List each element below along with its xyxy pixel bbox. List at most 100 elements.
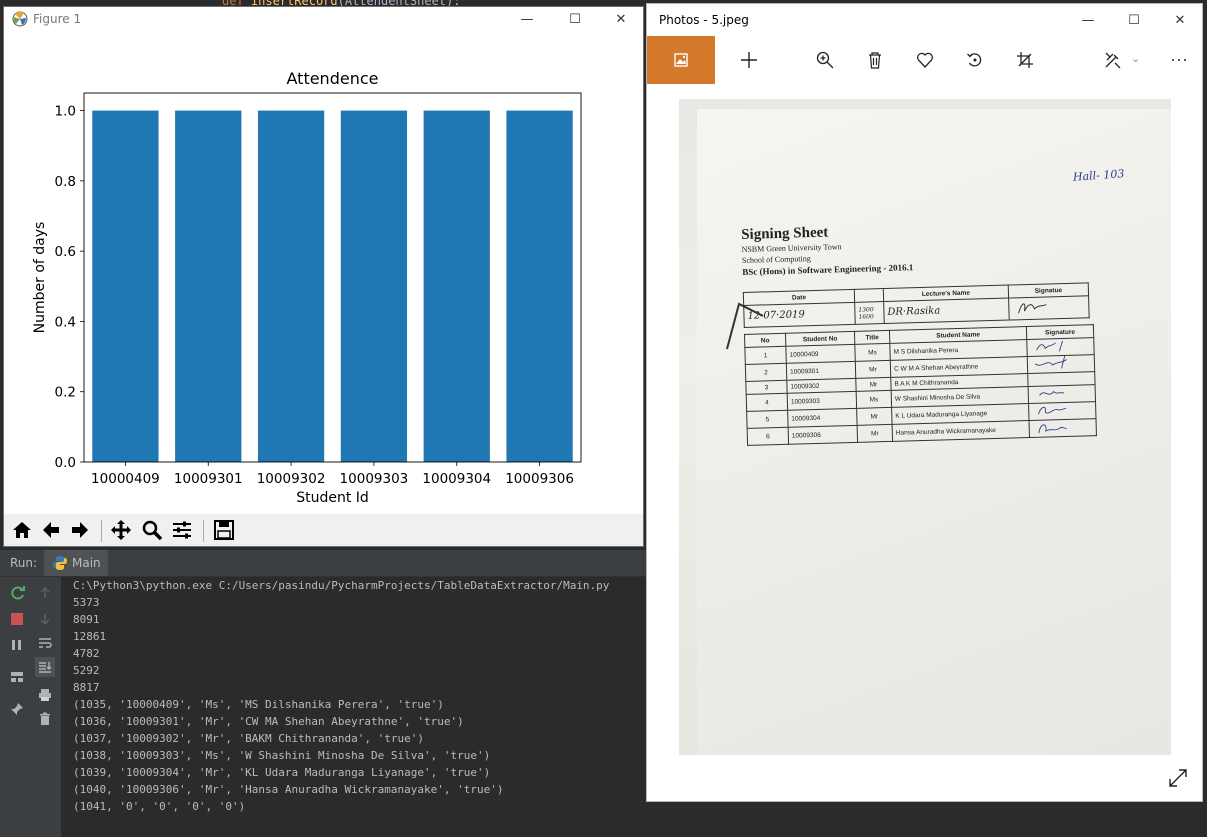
minimize-button[interactable]: — (504, 7, 550, 31)
rerun-button[interactable] (10, 585, 26, 605)
console-line: 5292 (73, 664, 100, 677)
y-tick-label: 0.0 (55, 455, 76, 471)
bar (92, 110, 159, 463)
favorite-button[interactable] (908, 43, 942, 77)
x-tick-label: 10009306 (505, 471, 574, 487)
maximize-button[interactable]: ☐ (1111, 8, 1157, 32)
sheet-content: Signing Sheet NSBM Green University Town… (741, 217, 1097, 446)
stop-button[interactable] (11, 613, 23, 625)
image-icon (674, 53, 688, 67)
photos-window: Photos - 5.jpeg — ☐ ✕ ⌄ Hall- 103 Signin… (646, 3, 1203, 802)
student-signature (1027, 354, 1095, 374)
maximize-icon: ☐ (1128, 12, 1140, 28)
pause-button[interactable] (10, 637, 24, 656)
save-button[interactable] (210, 516, 238, 544)
student-signature (1028, 384, 1096, 404)
home-button[interactable] (8, 516, 36, 544)
python-icon (52, 555, 68, 575)
cell-title: Mr (857, 424, 893, 443)
crop-icon (1017, 52, 1033, 68)
photo-viewport[interactable]: Hall- 103 Signing Sheet NSBM Green Unive… (679, 99, 1171, 755)
scroll-to-end-button[interactable] (35, 657, 55, 677)
layout-button[interactable] (10, 669, 24, 688)
y-tick-label: 0.2 (55, 385, 76, 401)
window-title: Photos - 5.jpeg (659, 13, 749, 27)
more-icon (1172, 59, 1186, 61)
edit-create-button[interactable] (1096, 43, 1130, 77)
figure-window: Figure 1 — ☐ ✕ Attendence 10000409 1000930… (3, 6, 644, 547)
plus-icon (741, 52, 757, 68)
console-line: (1038, '10009303', 'Ms', 'W Shashini Min… (73, 749, 491, 762)
expand-icon (1169, 769, 1187, 787)
console-line: 12861 (73, 630, 107, 643)
cell-title: Ms (854, 343, 891, 362)
maximize-icon: ☐ (569, 11, 581, 27)
save-icon (214, 520, 234, 540)
pan-button[interactable] (107, 516, 135, 544)
scroll-up-button[interactable] (38, 585, 52, 604)
session-lecturer: DR·Rasika (883, 298, 1010, 324)
figure-titlebar[interactable]: Figure 1 — ☐ ✕ (4, 7, 643, 31)
layout-icon (11, 672, 23, 682)
session-time: 1300 1600 (854, 301, 885, 325)
chart-title: Attendence (287, 69, 379, 88)
window-title: Figure 1 (33, 12, 82, 26)
delete-button[interactable] (858, 43, 892, 77)
cell-title: Mr (855, 377, 892, 392)
zoom-button[interactable] (138, 516, 166, 544)
pen-mark (726, 302, 764, 350)
cell-student-name: Hansa Anuradha Wickramanayake (892, 420, 1030, 442)
zoom-in-icon (816, 51, 834, 69)
bar (423, 110, 490, 463)
clear-all-button[interactable] (38, 711, 52, 730)
figure-canvas[interactable]: Attendence 10000409 10009301 10009302 100093… (4, 31, 643, 514)
see-all-photos-button[interactable] (647, 36, 715, 84)
cell-no: 6 (747, 427, 789, 446)
toolbar-divider (101, 520, 102, 542)
forward-arrow-icon (72, 522, 88, 538)
chevron-down-icon[interactable]: ⌄ (1131, 52, 1140, 65)
run-panel: Run: Main C:\Python3\python.exe C:/Users… (0, 550, 646, 837)
home-icon (13, 522, 31, 538)
tab-main-label: Main (72, 556, 101, 570)
more-button[interactable] (1162, 43, 1196, 77)
rotate-button[interactable] (958, 43, 992, 77)
arrow-down-icon (40, 614, 50, 626)
print-button[interactable] (38, 687, 52, 706)
console-line: (1040, '10009306', 'Mr', 'Hansa Anuradha… (73, 783, 504, 796)
tab-main[interactable]: Main (44, 550, 108, 576)
run-label: Run: (10, 556, 38, 570)
crop-button[interactable] (1008, 43, 1042, 77)
soft-wrap-button[interactable] (38, 635, 52, 654)
toolbar-divider (203, 520, 204, 542)
cell-title: Ms (856, 390, 892, 409)
session-table: Date Lecture's Name Signatue 12·07·2019 … (743, 282, 1090, 328)
console-line: (1035, '10000409', 'Ms', 'MS Dilshanika … (73, 698, 444, 711)
minimize-button[interactable]: — (1065, 8, 1111, 32)
rerun-icon (11, 586, 25, 600)
configure-subplots-button[interactable] (168, 516, 196, 544)
x-tick-label: 10009301 (174, 471, 243, 487)
matplotlib-logo-icon (12, 11, 28, 31)
fullscreen-button[interactable] (1168, 768, 1188, 792)
close-icon: ✕ (615, 11, 627, 27)
close-button[interactable]: ✕ (1157, 8, 1203, 32)
heart-icon (917, 52, 933, 68)
cell-no: 3 (745, 380, 788, 395)
maximize-button[interactable]: ☐ (552, 7, 598, 31)
scroll-down-button[interactable] (38, 611, 52, 630)
zoom-button[interactable] (808, 43, 842, 77)
pin-button[interactable] (10, 701, 24, 720)
console-output[interactable]: C:\Python3\python.exe C:/Users/pasindu/P… (73, 577, 646, 815)
back-button[interactable] (37, 516, 65, 544)
photos-titlebar[interactable]: Photos - 5.jpeg — ☐ ✕ (647, 4, 1202, 36)
console-line: 8817 (73, 681, 100, 694)
x-tick-label: 10009302 (257, 471, 326, 487)
bar (175, 110, 242, 463)
close-button[interactable]: ✕ (598, 7, 644, 31)
pin-icon (11, 703, 23, 715)
forward-button[interactable] (66, 516, 94, 544)
x-axis-label: Student Id (296, 490, 369, 506)
y-tick-label: 1.0 (55, 104, 76, 120)
add-to-button[interactable] (732, 43, 766, 77)
